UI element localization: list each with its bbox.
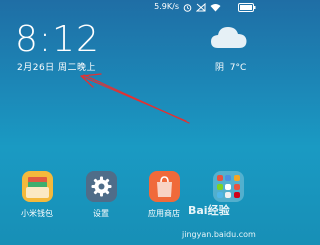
watermark-url: jingyan.baidu.com	[182, 230, 256, 239]
wallet-icon	[21, 171, 53, 202]
arrow-shaft-double	[83, 74, 190, 124]
app-store-bag-icon	[148, 171, 180, 202]
app-folder-icon	[212, 171, 244, 202]
settings-gear-icon	[85, 171, 117, 202]
app-settings[interactable]: 设置	[76, 171, 126, 219]
app-label: 设置	[93, 209, 109, 218]
app-label: 小米钱包	[21, 209, 53, 218]
watermark-brand: Bai经验	[188, 204, 230, 217]
app-label: 应用商店	[148, 209, 180, 218]
app-store[interactable]: 应用商店	[139, 171, 189, 219]
app-mi-wallet[interactable]: 小米钱包	[12, 171, 62, 219]
